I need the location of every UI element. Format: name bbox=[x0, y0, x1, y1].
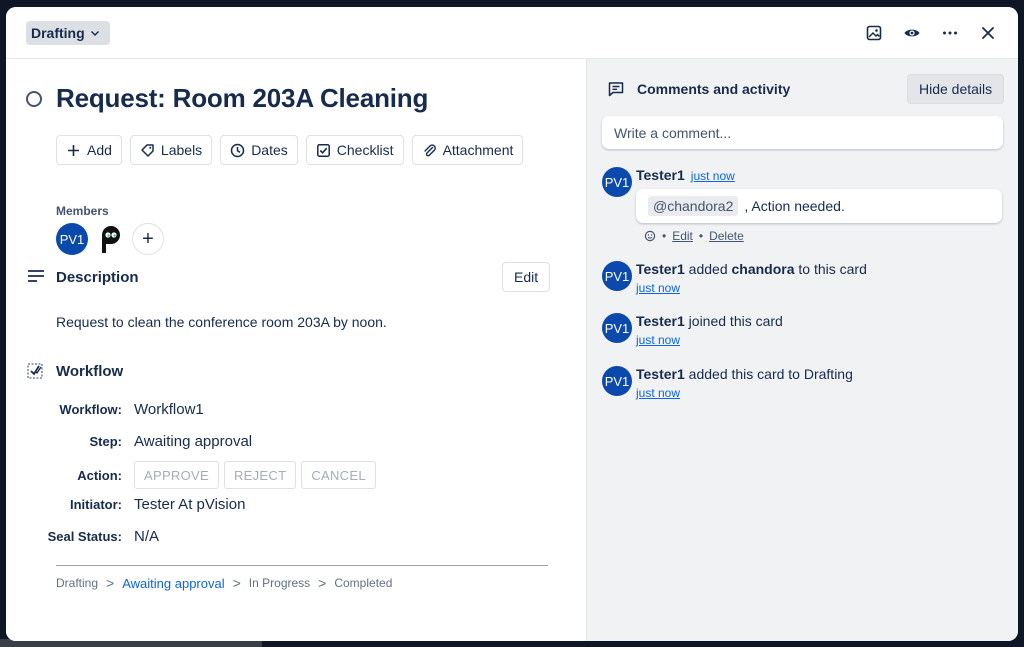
workflow-action-row: Action: APPROVE REJECT CANCEL bbox=[6, 461, 376, 489]
attachment-button[interactable]: Attachment bbox=[411, 135, 524, 165]
card-main-column: Request: Room 203A Cleaning Add Labels D… bbox=[6, 59, 586, 641]
list-name: Drafting bbox=[31, 25, 85, 41]
step-in-progress: In Progress bbox=[248, 576, 311, 590]
members-label: Members bbox=[56, 204, 109, 218]
cover-image-button[interactable] bbox=[858, 19, 890, 47]
workflow-name-row: Workflow: Workflow1 bbox=[59, 401, 204, 418]
modal-header: Drafting bbox=[6, 7, 1018, 59]
pvision-logo-icon bbox=[102, 226, 120, 253]
card-title-row: Request: Room 203A Cleaning bbox=[26, 83, 428, 114]
activity-user[interactable]: Tester1 bbox=[636, 167, 685, 183]
eye-icon bbox=[904, 29, 920, 37]
comment-input[interactable] bbox=[602, 116, 1003, 149]
add-button[interactable]: Add bbox=[56, 135, 122, 165]
complete-checkbox[interactable] bbox=[26, 90, 42, 107]
plus-icon bbox=[68, 144, 79, 156]
avatar[interactable]: PV1 bbox=[602, 366, 632, 396]
workflow-initiator: Tester At pVision bbox=[134, 496, 246, 513]
comment-text: , Action needed. bbox=[744, 198, 845, 214]
cancel-button[interactable]: CANCEL bbox=[301, 461, 376, 489]
checklist-button[interactable]: Checklist bbox=[305, 135, 404, 165]
activity-user[interactable]: Tester1 bbox=[636, 366, 685, 382]
activity-title: Comments and activity bbox=[637, 81, 791, 97]
activity-user[interactable]: Tester1 bbox=[636, 313, 685, 329]
activity-time[interactable]: just now bbox=[636, 386, 680, 400]
activity-sidebar: Comments and activity Hide details PV1 T… bbox=[586, 59, 1018, 641]
description-title: Description bbox=[56, 269, 139, 286]
workflow-actions: APPROVE REJECT CANCEL bbox=[134, 461, 376, 489]
workflow-name: Workflow1 bbox=[134, 401, 204, 418]
tag-icon bbox=[141, 143, 154, 157]
avatar[interactable]: PV1 bbox=[56, 223, 88, 255]
workflow-seal-row: Seal Status: N/A bbox=[47, 528, 160, 545]
card-action-buttons: Add Labels Dates Checklist Attachment bbox=[56, 135, 524, 165]
close-icon bbox=[982, 27, 994, 39]
hide-details-button[interactable]: Hide details bbox=[907, 74, 1005, 104]
emoji-reaction-icon[interactable] bbox=[644, 230, 656, 242]
avatar-logo[interactable] bbox=[94, 223, 126, 255]
activity-time[interactable]: just now bbox=[691, 169, 735, 183]
chevron-down-icon bbox=[90, 31, 99, 36]
labels-button[interactable]: Labels bbox=[129, 135, 213, 165]
comment-icon bbox=[608, 82, 624, 97]
more-horizontal-icon bbox=[943, 31, 957, 35]
comment-edit-link[interactable]: Edit bbox=[672, 229, 693, 243]
step-separator: > bbox=[106, 575, 115, 591]
comment-delete-link[interactable]: Delete bbox=[709, 229, 744, 243]
avatar[interactable]: PV1 bbox=[602, 167, 632, 197]
workflow-divider bbox=[56, 565, 548, 566]
step-separator: > bbox=[232, 575, 241, 591]
step-separator: > bbox=[318, 575, 327, 591]
comment-meta: • Edit • Delete bbox=[644, 229, 744, 243]
close-button[interactable] bbox=[972, 19, 1004, 47]
checkbox-icon bbox=[316, 143, 330, 157]
dates-button[interactable]: Dates bbox=[220, 135, 298, 165]
description-text[interactable]: Request to clean the conference room 203… bbox=[56, 314, 387, 330]
workflow-step: Awaiting approval bbox=[134, 433, 253, 450]
add-member-button[interactable]: + bbox=[132, 223, 164, 255]
activity-user[interactable]: Tester1 bbox=[636, 261, 685, 277]
members-list: PV1 + bbox=[56, 223, 164, 255]
description-icon bbox=[28, 270, 44, 282]
step-drafting: Drafting bbox=[56, 576, 99, 590]
avatar[interactable]: PV1 bbox=[602, 261, 632, 291]
activity-header: Comments and activity bbox=[607, 80, 790, 98]
watch-button[interactable] bbox=[896, 19, 928, 47]
approve-button[interactable]: APPROVE bbox=[134, 461, 219, 489]
workflow-step-trail: Drafting > Awaiting approval > In Progre… bbox=[56, 575, 392, 591]
seal-status: N/A bbox=[134, 528, 160, 545]
workflow-initiator-row: Initiator: Tester At pVision bbox=[70, 496, 246, 513]
comment-bubble[interactable]: @chandora2 , Action needed. bbox=[636, 189, 1002, 223]
activity-time[interactable]: just now bbox=[636, 333, 680, 347]
header-actions bbox=[858, 19, 1004, 47]
card-title[interactable]: Request: Room 203A Cleaning bbox=[56, 83, 428, 114]
mention-chip[interactable]: @chandora2 bbox=[648, 196, 739, 216]
step-current: Awaiting approval bbox=[122, 575, 225, 591]
paperclip-icon bbox=[423, 143, 436, 156]
workflow-check-icon bbox=[27, 363, 43, 379]
list-selector-button[interactable]: Drafting bbox=[26, 21, 110, 45]
description-edit-button[interactable]: Edit bbox=[502, 262, 551, 292]
activity-time[interactable]: just now bbox=[636, 281, 680, 295]
more-actions-button[interactable] bbox=[934, 19, 966, 47]
step-completed: Completed bbox=[334, 576, 393, 590]
workflow-step-row: Step: Awaiting approval bbox=[89, 433, 253, 450]
reject-button[interactable]: REJECT bbox=[223, 461, 297, 489]
clock-icon bbox=[230, 143, 245, 157]
workflow-title: Workflow bbox=[56, 363, 124, 380]
image-icon bbox=[866, 25, 882, 41]
card-detail-modal: Drafting Request: Room 203A Cleaning Add… bbox=[6, 7, 1018, 641]
avatar[interactable]: PV1 bbox=[602, 313, 632, 343]
